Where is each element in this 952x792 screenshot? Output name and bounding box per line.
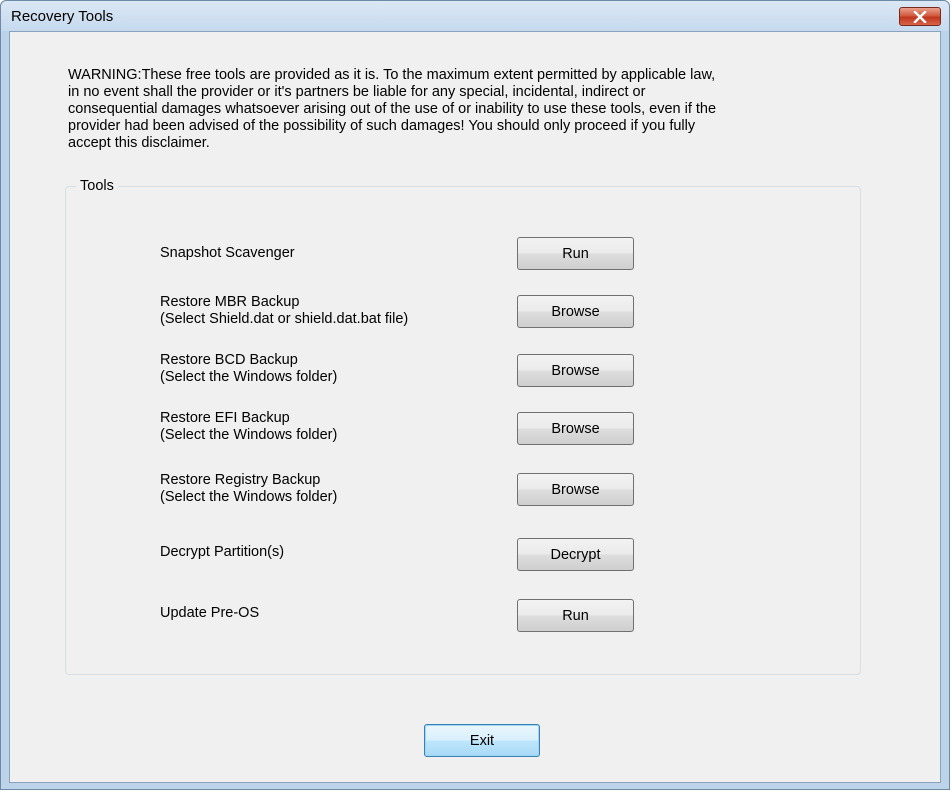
warning-disclaimer: WARNING:These free tools are provided as… <box>68 67 717 151</box>
tool-label-restore-bcd: Restore BCD Backup (Select the Windows f… <box>160 352 338 385</box>
dialog-window: Recovery Tools WARNING:These free tools … <box>0 0 950 790</box>
tool-label-restore-registry: Restore Registry Backup (Select the Wind… <box>160 472 338 505</box>
dialog-client-area: WARNING:These free tools are provided as… <box>9 31 941 783</box>
run-update-pre-os-button[interactable]: Run <box>517 599 634 632</box>
run-snapshot-scavenger-button[interactable]: Run <box>517 237 634 270</box>
tool-label-decrypt-partitions: Decrypt Partition(s) <box>160 544 285 560</box>
browse-bcd-button[interactable]: Browse <box>517 354 634 387</box>
close-icon <box>913 10 927 23</box>
window-title: Recovery Tools <box>11 8 114 25</box>
tools-group-label: Tools <box>76 178 118 194</box>
tool-label-update-pre-os: Update Pre-OS <box>160 605 260 621</box>
tool-label-snapshot-scavenger: Snapshot Scavenger <box>160 245 295 261</box>
decrypt-button[interactable]: Decrypt <box>517 538 634 571</box>
tool-label-restore-mbr: Restore MBR Backup (Select Shield.dat or… <box>160 294 409 327</box>
tool-label-restore-efi: Restore EFI Backup (Select the Windows f… <box>160 410 338 443</box>
browse-mbr-button[interactable]: Browse <box>517 295 634 328</box>
browse-registry-button[interactable]: Browse <box>517 473 634 506</box>
exit-button[interactable]: Exit <box>424 724 540 757</box>
close-button[interactable] <box>899 7 941 26</box>
browse-efi-button[interactable]: Browse <box>517 412 634 445</box>
title-bar[interactable]: Recovery Tools <box>1 1 949 31</box>
